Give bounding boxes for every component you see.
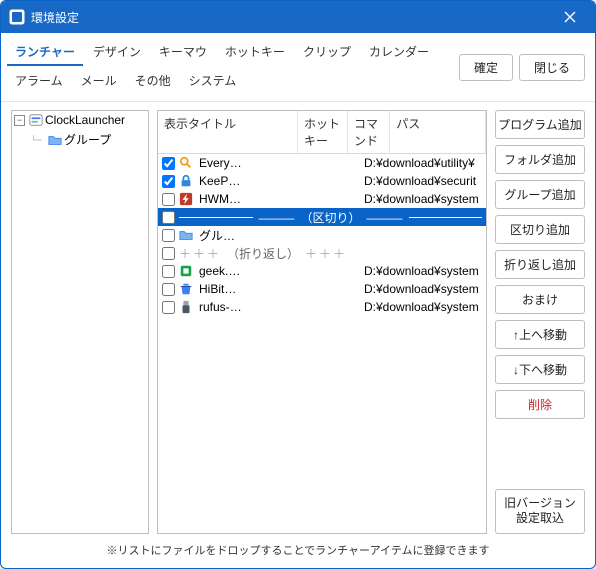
separator-label: ——— （区切り） ——— bbox=[259, 209, 403, 226]
col-path[interactable]: パス bbox=[390, 111, 486, 153]
tab-9[interactable]: システム bbox=[181, 68, 245, 95]
item-checkbox[interactable] bbox=[162, 283, 175, 296]
list-item[interactable]: グループ bbox=[158, 226, 486, 244]
preferences-window: 環境設定 ランチャーデザインキーマウホットキークリップカレンダーアラームメールそ… bbox=[0, 0, 596, 569]
close-button[interactable]: 閉じる bbox=[519, 54, 585, 81]
window-close-button[interactable] bbox=[553, 1, 587, 33]
tree-child-label: グループ bbox=[64, 131, 111, 148]
list-pane: 表示タイトル ホットキー コマンド パス Everything.exe D:¥do… bbox=[157, 110, 487, 534]
col-hotkey[interactable]: ホットキー bbox=[298, 111, 348, 153]
spacer bbox=[495, 425, 585, 483]
list-item[interactable]: HiBitUninstaller-Portable... D:¥download¥… bbox=[158, 280, 486, 298]
item-label: Everything.exe bbox=[197, 156, 242, 170]
lock-blue-icon bbox=[179, 174, 193, 188]
box-green-icon bbox=[179, 264, 193, 278]
list-item[interactable]: ＋＋＋（折り返し）＋＋＋ bbox=[158, 244, 486, 262]
item-label: KeePass.exe bbox=[197, 174, 242, 188]
folder-icon bbox=[48, 133, 62, 147]
tab-row: ランチャーデザインキーマウホットキークリップカレンダーアラームメールその他システ… bbox=[1, 33, 595, 102]
move-up-button[interactable]: ↑上へ移動 bbox=[495, 320, 585, 349]
add-group-button[interactable]: グループ追加 bbox=[495, 180, 585, 209]
item-path: D:¥download¥system bbox=[364, 282, 482, 296]
window-title: 環境設定 bbox=[31, 9, 553, 26]
item-label: rufus-4.0p.exe bbox=[197, 300, 242, 314]
item-label: HiBitUninstaller-Portable... bbox=[197, 282, 242, 296]
item-checkbox[interactable] bbox=[162, 211, 175, 224]
delete-button[interactable]: 削除 bbox=[495, 390, 585, 419]
footer-hint: ※リストにファイルをドロップすることでランチャーアイテムに登録できます bbox=[1, 538, 595, 568]
col-command[interactable]: コマンド bbox=[348, 111, 390, 153]
item-path: D:¥download¥securit bbox=[364, 174, 482, 188]
search-orange-icon bbox=[179, 156, 193, 170]
bonus-button[interactable]: おまけ bbox=[495, 285, 585, 314]
item-path: D:¥download¥utility¥ bbox=[364, 156, 482, 170]
tab-1[interactable]: デザイン bbox=[85, 39, 149, 66]
tab-7[interactable]: メール bbox=[73, 68, 125, 95]
tab-6[interactable]: アラーム bbox=[7, 68, 71, 95]
list-item[interactable]: HWMonitor_x64.exe D:¥download¥system bbox=[158, 190, 486, 208]
column-headers: 表示タイトル ホットキー コマンド パス bbox=[158, 111, 486, 154]
tab-0[interactable]: ランチャー bbox=[7, 39, 83, 66]
tree-elbow-icon bbox=[32, 133, 46, 147]
tab-3[interactable]: ホットキー bbox=[217, 39, 293, 66]
center-pane: 表示タイトル ホットキー コマンド パス Everything.exe D:¥do… bbox=[157, 110, 487, 534]
fold-row: ＋＋＋（折り返し）＋＋＋ bbox=[179, 245, 482, 262]
tab-8[interactable]: その他 bbox=[127, 68, 179, 95]
body: − ClockLauncher グループ 表示タイトル ホットキー コマンド パ… bbox=[1, 102, 595, 538]
item-path: D:¥download¥system bbox=[364, 264, 482, 278]
item-checkbox[interactable] bbox=[162, 229, 175, 242]
tree-root-label: ClockLauncher bbox=[45, 113, 125, 127]
launcher-icon bbox=[29, 113, 43, 127]
item-checkbox[interactable] bbox=[162, 265, 175, 278]
item-label: HWMonitor_x64.exe bbox=[197, 192, 242, 206]
add-separator-button[interactable]: 区切り追加 bbox=[495, 215, 585, 244]
side-buttons: プログラム追加 フォルダ追加 グループ追加 区切り追加 折り返し追加 おまけ ↑… bbox=[495, 110, 585, 534]
item-checkbox[interactable] bbox=[162, 301, 175, 314]
move-down-button[interactable]: ↓下へ移動 bbox=[495, 355, 585, 384]
add-program-button[interactable]: プログラム追加 bbox=[495, 110, 585, 139]
item-label: geek.exe bbox=[197, 264, 242, 278]
item-checkbox[interactable] bbox=[162, 193, 175, 206]
folder-blue-icon bbox=[179, 228, 193, 242]
list-item[interactable]: ——— （区切り） ——— bbox=[158, 208, 486, 226]
tree-child[interactable]: グループ bbox=[12, 129, 148, 150]
tree-pane[interactable]: − ClockLauncher グループ bbox=[11, 110, 149, 534]
trash-blue-icon bbox=[179, 282, 193, 296]
tab-5[interactable]: カレンダー bbox=[361, 39, 437, 66]
item-checkbox[interactable] bbox=[162, 157, 175, 170]
legacy-import-button[interactable]: 旧バージョン設定取込 bbox=[495, 489, 585, 534]
col-title[interactable]: 表示タイトル bbox=[158, 111, 298, 153]
fold-label: （折り返し） bbox=[227, 245, 299, 262]
app-icon bbox=[9, 9, 25, 25]
item-label: グループ bbox=[197, 227, 242, 244]
tab-4[interactable]: クリップ bbox=[295, 39, 359, 66]
item-path: D:¥download¥system bbox=[364, 192, 482, 206]
close-icon bbox=[564, 11, 576, 23]
list-item[interactable]: geek.exe D:¥download¥system bbox=[158, 262, 486, 280]
item-path: D:¥download¥system bbox=[364, 300, 482, 314]
tree-root[interactable]: − ClockLauncher bbox=[12, 111, 148, 129]
confirm-button[interactable]: 確定 bbox=[459, 54, 513, 81]
list-item[interactable]: Everything.exe D:¥download¥utility¥ bbox=[158, 154, 486, 172]
tabs: ランチャーデザインキーマウホットキークリップカレンダーアラームメールその他システ… bbox=[7, 39, 453, 95]
tab-2[interactable]: キーマウ bbox=[151, 39, 215, 66]
titlebar: 環境設定 bbox=[1, 1, 595, 33]
item-checkbox[interactable] bbox=[162, 175, 175, 188]
separator-row: ——— （区切り） ——— bbox=[179, 209, 482, 226]
list-item[interactable]: KeePass.exe D:¥download¥securit bbox=[158, 172, 486, 190]
bolt-red-icon bbox=[179, 192, 193, 206]
expander-icon[interactable]: − bbox=[14, 115, 25, 126]
usb-gray-icon bbox=[179, 300, 193, 314]
add-folder-button[interactable]: フォルダ追加 bbox=[495, 145, 585, 174]
item-checkbox[interactable] bbox=[162, 247, 175, 260]
add-fold-button[interactable]: 折り返し追加 bbox=[495, 250, 585, 279]
list-rows[interactable]: Everything.exe D:¥download¥utility¥ KeePas… bbox=[158, 154, 486, 533]
list-item[interactable]: rufus-4.0p.exe D:¥download¥system bbox=[158, 298, 486, 316]
